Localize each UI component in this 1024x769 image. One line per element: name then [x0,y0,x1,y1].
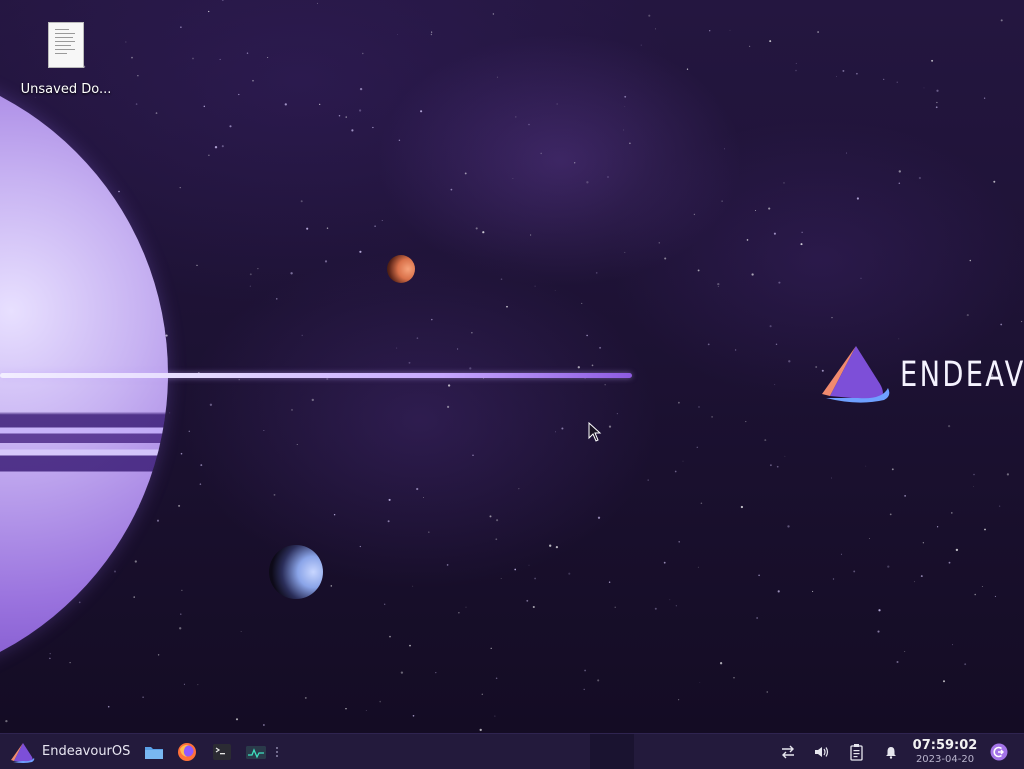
launcher-file-manager[interactable] [139,734,169,769]
desktop-icon-label: Unsaved Do... [20,82,112,97]
tray-notifications[interactable] [876,734,906,769]
logout-button[interactable] [986,734,1012,769]
launcher-system-monitor[interactable] [241,734,271,769]
application-menu-button[interactable]: EndeavourOS [4,734,136,769]
endeavour-menu-icon [11,742,35,763]
endeavour-brand-text: ENDEAVOU [900,355,1024,395]
launcher-overflow-handle[interactable] [272,734,282,769]
document-icon [48,22,84,68]
planet-ring [0,373,632,378]
desktop-icon-unsaved-document[interactable]: Unsaved Do... [18,22,114,97]
launcher-firefox[interactable] [172,734,202,769]
network-arrows-icon [782,745,794,758]
desktop-wallpaper: ENDEAVOU Unsaved Do... [0,0,1024,733]
tray-volume[interactable] [807,734,837,769]
application-menu-label: EndeavourOS [42,744,131,759]
endeavour-logo-icon [822,346,890,403]
bell-icon [886,746,896,759]
folder-icon [145,746,163,759]
digital-clock[interactable]: 07:59:02 2023-04-20 [912,734,978,769]
clock-time: 07:59:02 [912,737,978,753]
taskbar: EndeavourOS 07:59:02 2023-04-20 [0,733,1024,769]
terminal-icon [213,743,231,760]
tray-clipboard[interactable] [842,734,872,769]
clock-date: 2023-04-20 [915,753,975,765]
firefox-icon [178,742,196,761]
clipboard-icon [850,743,863,761]
tray-network[interactable] [773,734,803,769]
system-monitor-icon [246,745,266,759]
launcher-terminal[interactable] [207,734,237,769]
logout-icon [990,743,1008,760]
vertical-dots-icon [276,746,278,757]
task-manager-area[interactable] [590,734,634,769]
mouse-pointer-icon [588,422,602,442]
speaker-icon [815,746,829,757]
orange-moon [387,255,415,283]
blue-moon [269,545,323,599]
